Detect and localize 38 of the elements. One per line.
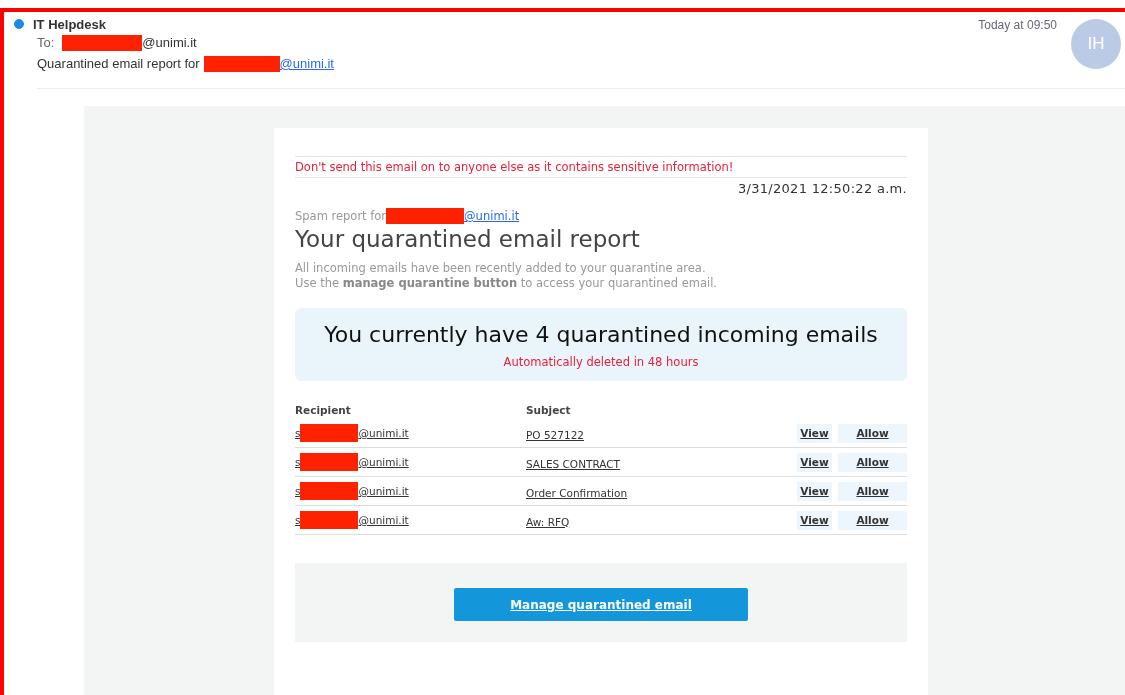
view-button[interactable]: View bbox=[797, 481, 832, 501]
warning-text: Don't send this email on to anyone else as it contains sensitive information! bbox=[295, 156, 907, 178]
view-button[interactable]: View bbox=[797, 452, 832, 472]
sender-name: IT Helpdesk bbox=[33, 16, 106, 32]
report-timestamp: 3/31/2021 12:50:22 a.m. bbox=[736, 181, 907, 196]
allow-button[interactable]: Allow bbox=[838, 510, 907, 530]
allow-button[interactable]: Allow bbox=[838, 481, 907, 501]
subject-link[interactable]: Order Confirmation bbox=[526, 486, 628, 499]
subject-link[interactable]: Aw: RFQ bbox=[526, 515, 570, 528]
report-title: Your quarantined email report bbox=[295, 225, 641, 253]
deletion-notice: Automatically deleted in 48 hours bbox=[502, 355, 700, 369]
redaction-mark bbox=[300, 511, 359, 529]
redaction-mark bbox=[300, 453, 359, 471]
view-button[interactable]: View bbox=[797, 510, 832, 530]
email-link[interactable]: @unimi.it bbox=[279, 56, 334, 71]
email-subject: Quarantined email report for bbox=[37, 56, 200, 71]
subject-link[interactable]: SALES CONTRACT bbox=[526, 457, 620, 470]
intro-text: All incoming emails have been recently added to your quarantine area. bbox=[295, 261, 707, 276]
to-label: To: bbox=[37, 35, 55, 50]
recipient-link[interactable]: s @unimi.it bbox=[295, 453, 409, 471]
subject-link[interactable]: PO 527122 bbox=[526, 428, 585, 441]
recipient-address: @unimi.it bbox=[142, 35, 197, 50]
summary-heading: You currently have 4 quarantined incoming emails bbox=[323, 322, 879, 347]
received-time: Today at 09:50 bbox=[978, 18, 1057, 32]
allow-button[interactable]: Allow bbox=[838, 452, 907, 472]
view-button[interactable]: View bbox=[797, 423, 832, 443]
spam-report-label: Spam report for bbox=[295, 209, 387, 223]
redaction-mark bbox=[300, 482, 359, 500]
column-header: Subject bbox=[526, 404, 572, 416]
recipient-link[interactable]: s @unimi.it bbox=[295, 482, 409, 500]
redaction-mark bbox=[300, 424, 359, 442]
recipient-link[interactable]: s @unimi.it bbox=[295, 511, 409, 529]
intro-text: Use the manage quarantine button to access your quarantined email. bbox=[295, 276, 718, 291]
avatar: IH bbox=[1071, 19, 1121, 69]
allow-button[interactable]: Allow bbox=[838, 423, 907, 443]
column-header: Recipient bbox=[295, 404, 352, 416]
email-link[interactable]: @unimi.it bbox=[464, 209, 520, 223]
recipient-link[interactable]: s @unimi.it bbox=[295, 424, 409, 442]
